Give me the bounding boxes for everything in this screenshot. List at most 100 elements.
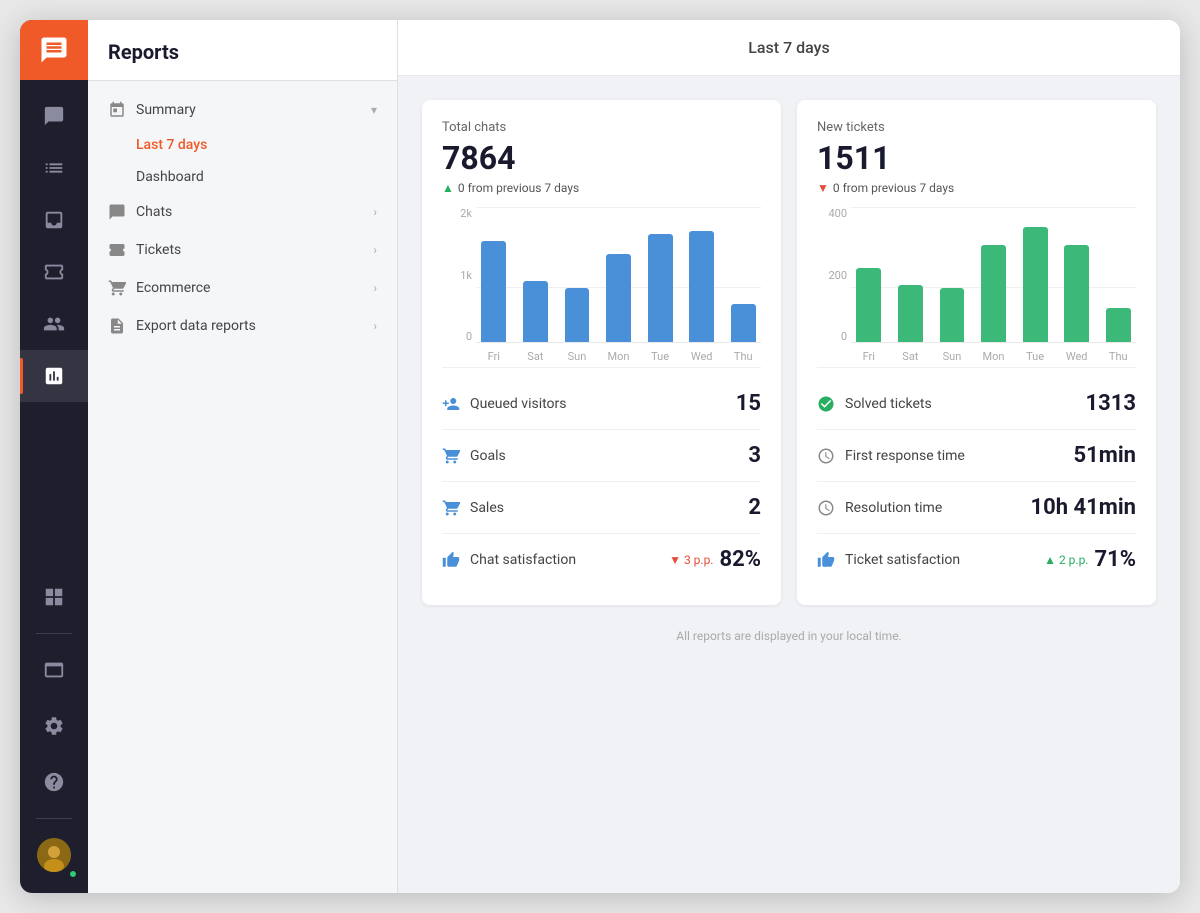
grid-icon bbox=[43, 586, 65, 608]
resolution-value: 10h 41min bbox=[1031, 495, 1137, 520]
stat-chat-satisfaction: Chat satisfaction ▼ 3 p.p. 82% bbox=[442, 534, 761, 585]
sidebar-divider-2 bbox=[36, 818, 72, 819]
sidebar-item-chat[interactable] bbox=[20, 90, 88, 142]
menu-item-chats[interactable]: Chats › bbox=[88, 193, 397, 231]
new-tickets-value: 1511 bbox=[817, 139, 1136, 177]
tx-thu: Thu bbox=[1100, 345, 1136, 367]
tbar-tue bbox=[1023, 227, 1048, 342]
online-indicator bbox=[68, 869, 78, 879]
new-tickets-change: ▼ 0 from previous 7 days bbox=[817, 181, 1136, 195]
sidebar-item-tickets[interactable] bbox=[20, 246, 88, 298]
sidebar-item-list[interactable] bbox=[20, 142, 88, 194]
tx-mon: Mon bbox=[976, 345, 1012, 367]
sidebar-item-reports[interactable] bbox=[20, 350, 88, 402]
menu-item-tickets[interactable]: Tickets › bbox=[88, 231, 397, 269]
check-circle-icon bbox=[817, 395, 835, 413]
tbar-mon bbox=[981, 245, 1006, 342]
bar-sun bbox=[565, 288, 590, 342]
export-chevron: › bbox=[373, 319, 377, 333]
sub-menu-last7days[interactable]: Last 7 days bbox=[88, 129, 397, 161]
ticket-sat-value: 71% bbox=[1094, 547, 1136, 572]
reports-nav-icon bbox=[43, 365, 65, 387]
sidebar-item-contacts[interactable] bbox=[20, 298, 88, 350]
change-text: 0 from previous 7 days bbox=[458, 181, 579, 195]
total-chats-chart: 2k 1k 0 bbox=[442, 207, 761, 367]
panel-title: Reports bbox=[88, 20, 397, 81]
app-container: Reports Summary ▾ Last 7 days Dashboard bbox=[20, 20, 1180, 893]
chats-chevron: › bbox=[373, 205, 377, 219]
main-content: Last 7 days Total chats 7864 ▲ 0 from pr… bbox=[398, 20, 1180, 893]
inbox-nav-icon bbox=[43, 209, 65, 231]
chat-nav-icon bbox=[43, 105, 65, 127]
stat-resolution: Resolution time 10h 41min bbox=[817, 482, 1136, 534]
bar-col-6 bbox=[725, 207, 761, 342]
x-mon: Mon bbox=[601, 345, 637, 367]
bar-col-4 bbox=[642, 207, 678, 342]
x-tue: Tue bbox=[642, 345, 678, 367]
bar-thu bbox=[731, 304, 756, 342]
bar-wed bbox=[689, 231, 714, 342]
tickets-chart-x-labels: Fri Sat Sun Mon Tue Wed Thu bbox=[851, 345, 1136, 367]
chat-bubble-icon bbox=[108, 203, 126, 221]
user-avatar[interactable] bbox=[20, 829, 88, 881]
stats-left: Queued visitors 15 Goals 3 bbox=[442, 367, 761, 585]
queued-value: 15 bbox=[736, 391, 761, 416]
menu-item-summary[interactable]: Summary ▾ bbox=[88, 91, 397, 129]
x-fri: Fri bbox=[476, 345, 512, 367]
period-label: Last 7 days bbox=[748, 38, 829, 57]
menu-item-ecommerce[interactable]: Ecommerce › bbox=[88, 269, 397, 307]
x-thu: Thu bbox=[725, 345, 761, 367]
tbar-thu bbox=[1106, 308, 1131, 342]
ecommerce-chevron: › bbox=[373, 281, 377, 295]
help-icon bbox=[43, 771, 65, 793]
chat-sat-label: Chat satisfaction bbox=[470, 552, 576, 568]
sidebar-item-grid[interactable] bbox=[20, 571, 88, 623]
ticket-nav-icon bbox=[108, 241, 126, 259]
summary-chevron: ▾ bbox=[371, 103, 377, 117]
sidebar-item-settings[interactable] bbox=[20, 700, 88, 752]
stats-right: Solved tickets 1313 First response time bbox=[817, 367, 1136, 585]
tbar-col-2 bbox=[934, 207, 970, 342]
tbar-col-5 bbox=[1059, 207, 1095, 342]
tbar-col-1 bbox=[893, 207, 929, 342]
tbar-wed bbox=[1064, 245, 1089, 342]
sales-label: Sales bbox=[470, 500, 504, 516]
sales-value: 2 bbox=[748, 495, 761, 520]
tx-sun: Sun bbox=[934, 345, 970, 367]
sub-menu-dashboard[interactable]: Dashboard bbox=[88, 161, 397, 193]
tickets-nav-icon bbox=[43, 261, 65, 283]
bar-col-2 bbox=[559, 207, 595, 342]
avatar-image bbox=[37, 838, 71, 872]
sidebar-item-inbox[interactable] bbox=[20, 194, 88, 246]
goals-label: Goals bbox=[470, 448, 506, 464]
total-chats-card: Total chats 7864 ▲ 0 from previous 7 day… bbox=[422, 100, 781, 605]
menu-item-export[interactable]: Export data reports › bbox=[88, 307, 397, 345]
chat-sat-badge: ▼ 3 p.p. bbox=[669, 553, 713, 567]
queue-icon bbox=[442, 395, 460, 413]
stat-queued: Queued visitors 15 bbox=[442, 378, 761, 430]
ticket-sat-badge: ▲ 2 p.p. bbox=[1044, 553, 1088, 567]
y-label-bot: 0 bbox=[466, 330, 472, 343]
stat-solved: Solved tickets 1313 bbox=[817, 378, 1136, 430]
bar-mon bbox=[606, 254, 631, 342]
y-label-top: 2k bbox=[460, 207, 472, 220]
x-sun: Sun bbox=[559, 345, 595, 367]
tickets-chart-y-labels: 400 200 0 bbox=[817, 207, 847, 343]
x-sat: Sat bbox=[518, 345, 554, 367]
resolution-label: Resolution time bbox=[845, 500, 942, 516]
sidebar-item-browser[interactable] bbox=[20, 644, 88, 696]
settings-icon bbox=[43, 715, 65, 737]
goals-icon bbox=[442, 447, 460, 465]
tickets-label: Tickets bbox=[136, 242, 181, 258]
sidebar-item-help[interactable] bbox=[20, 756, 88, 808]
stat-first-response: First response time 51min bbox=[817, 430, 1136, 482]
total-chats-value: 7864 bbox=[442, 139, 761, 177]
first-response-label: First response time bbox=[845, 448, 965, 464]
bar-col-3 bbox=[601, 207, 637, 342]
chart-x-labels: Fri Sat Sun Mon Tue Wed Thu bbox=[476, 345, 761, 367]
export-icon bbox=[108, 317, 126, 335]
logo-icon bbox=[39, 35, 69, 65]
avatar-placeholder bbox=[37, 838, 71, 872]
tbar-sat bbox=[898, 285, 923, 342]
tickets-change-text: 0 from previous 7 days bbox=[833, 181, 954, 195]
